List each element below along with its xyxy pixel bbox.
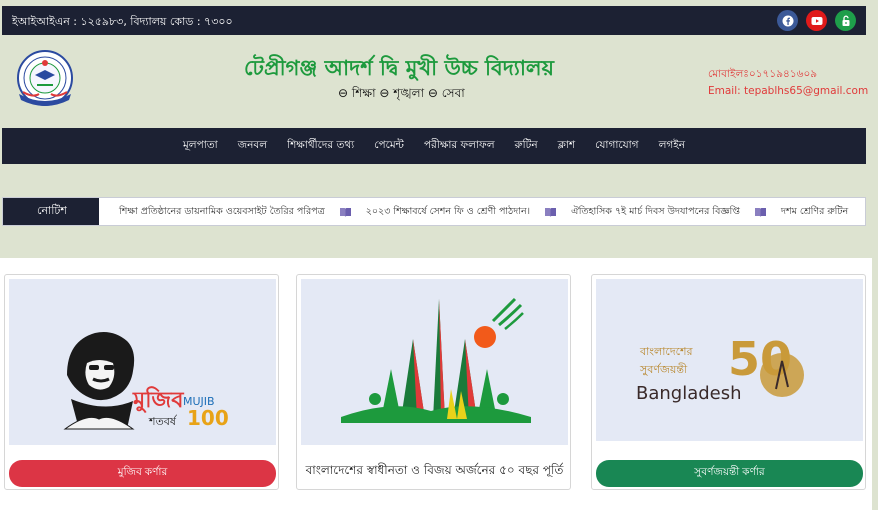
mujib-card: মুজিব শতবর্ষ MUJIB 100 মুজিব কর্ণার (4, 274, 279, 490)
subarnajayanti-text: সুবর্ণজয়ন্তী (639, 363, 688, 376)
independence-caption[interactable]: বাংলাদেশের স্বাধীনতা ও বিজয় অর্জনের ৫০ … (301, 457, 568, 487)
notice-ticker: নোটিশ শিক্ষা প্রতিষ্ঠানের ডায়নামিক ওয়ে… (2, 197, 866, 226)
notice-item[interactable]: ২০২৩ শিক্ষাবর্ষে সেশন ফি ও শ্রেণী পাঠদান… (366, 205, 557, 220)
eiin-info: ইআইআইএন : ১২৫৯৮৩, বিদ্যালয় কোড : ৭৩০০ (12, 15, 233, 28)
hundred-text: 100 (187, 406, 229, 430)
independence-card: বাংলাদেশের স্বাধীনতা ও বিজয় অর্জনের ৫০ … (296, 274, 571, 490)
top-bar: ইআইআইএন : ১২৫৯৮৩, বিদ্যালয় কোড : ৭৩০০ (2, 6, 866, 35)
nav-student-info[interactable]: শিক্ষার্থীদের তথ্য (287, 138, 354, 155)
nav-payment[interactable]: পেমেন্ট (374, 138, 404, 155)
contact-info: মোবাইলঃ০১৭১৯৪১৬০৯ Email: tepablhs65@gmai… (708, 66, 868, 100)
book-icon (545, 208, 557, 217)
nav-exam-results[interactable]: পরীক্ষার ফলাফল (424, 138, 495, 155)
nav-routine[interactable]: রুটিন (515, 138, 538, 155)
notice-track: শিক্ষা প্রতিষ্ঠানের ডায়নামিক ওয়েবসাইট … (119, 205, 848, 220)
golden-jubilee-corner-button[interactable]: সুবর্ণজয়ন্তী কর্ণার (596, 460, 863, 487)
unlock-icon[interactable] (835, 10, 856, 31)
school-logo[interactable] (13, 48, 77, 112)
bangladesh-50-image: বাংলাদেশের সুবর্ণজয়ন্তী Bangladesh 50 (596, 279, 863, 445)
independence-50-image (301, 279, 568, 445)
nav-staff[interactable]: জনবল (238, 138, 267, 155)
facebook-icon[interactable] (777, 10, 798, 31)
nav-login[interactable]: লগইন (659, 138, 685, 155)
social-links (777, 10, 856, 31)
mujib-corner-button[interactable]: মুজিব কর্ণার (9, 460, 276, 487)
notice-item[interactable]: ঐতিহাসিক ৭ই মার্চ দিবস উদযাপনের বিজ্ঞপ্ত… (571, 205, 767, 220)
book-icon (754, 208, 766, 217)
mobile-number: মোবাইলঃ০১৭১৯৪১৬০৯ (708, 68, 818, 80)
notice-item[interactable]: দশম শ্রেণির রুটিন (781, 205, 848, 220)
shatabarsha-text: শতবর্ষ (148, 415, 178, 428)
email-address[interactable]: Email: tepablhs65@gmail.com (708, 83, 868, 100)
main-nav: মূলপাতা জনবল শিক্ষার্থীদের তথ্য পেমেন্ট … (2, 128, 866, 164)
book-icon (339, 208, 351, 217)
notice-label: নোটিশ (3, 198, 99, 225)
nav-home[interactable]: মূলপাতা (183, 138, 218, 155)
bangladesher-text: বাংলাদেশের (639, 345, 694, 358)
school-name: টেপ্রীগঞ্জ আদর্শ দ্বি মুখী উচ্চ বিদ্যালয… (244, 56, 554, 80)
nav-contact[interactable]: যোগাযোগ (595, 138, 638, 155)
nav-class[interactable]: ক্লাশ (558, 138, 575, 155)
feature-cards: মুজিব শতবর্ষ MUJIB 100 মুজিব কর্ণার বাংল… (0, 258, 872, 510)
notice-item[interactable]: শিক্ষা প্রতিষ্ঠানের ডায়নামিক ওয়েবসাইট … (119, 205, 352, 220)
golden-jubilee-card: বাংলাদেশের সুবর্ণজয়ন্তী Bangladesh 50 স… (591, 274, 866, 490)
youtube-icon[interactable] (806, 10, 827, 31)
mujib-100-image: মুজিব শতবর্ষ MUJIB 100 (9, 279, 276, 445)
bangladesh-en-text: Bangladesh (636, 383, 742, 404)
school-motto: ⊖ শিক্ষা ⊖ শৃঙ্খলা ⊖ সেবা (338, 86, 465, 100)
mujib-text: মুজিব (132, 386, 184, 414)
